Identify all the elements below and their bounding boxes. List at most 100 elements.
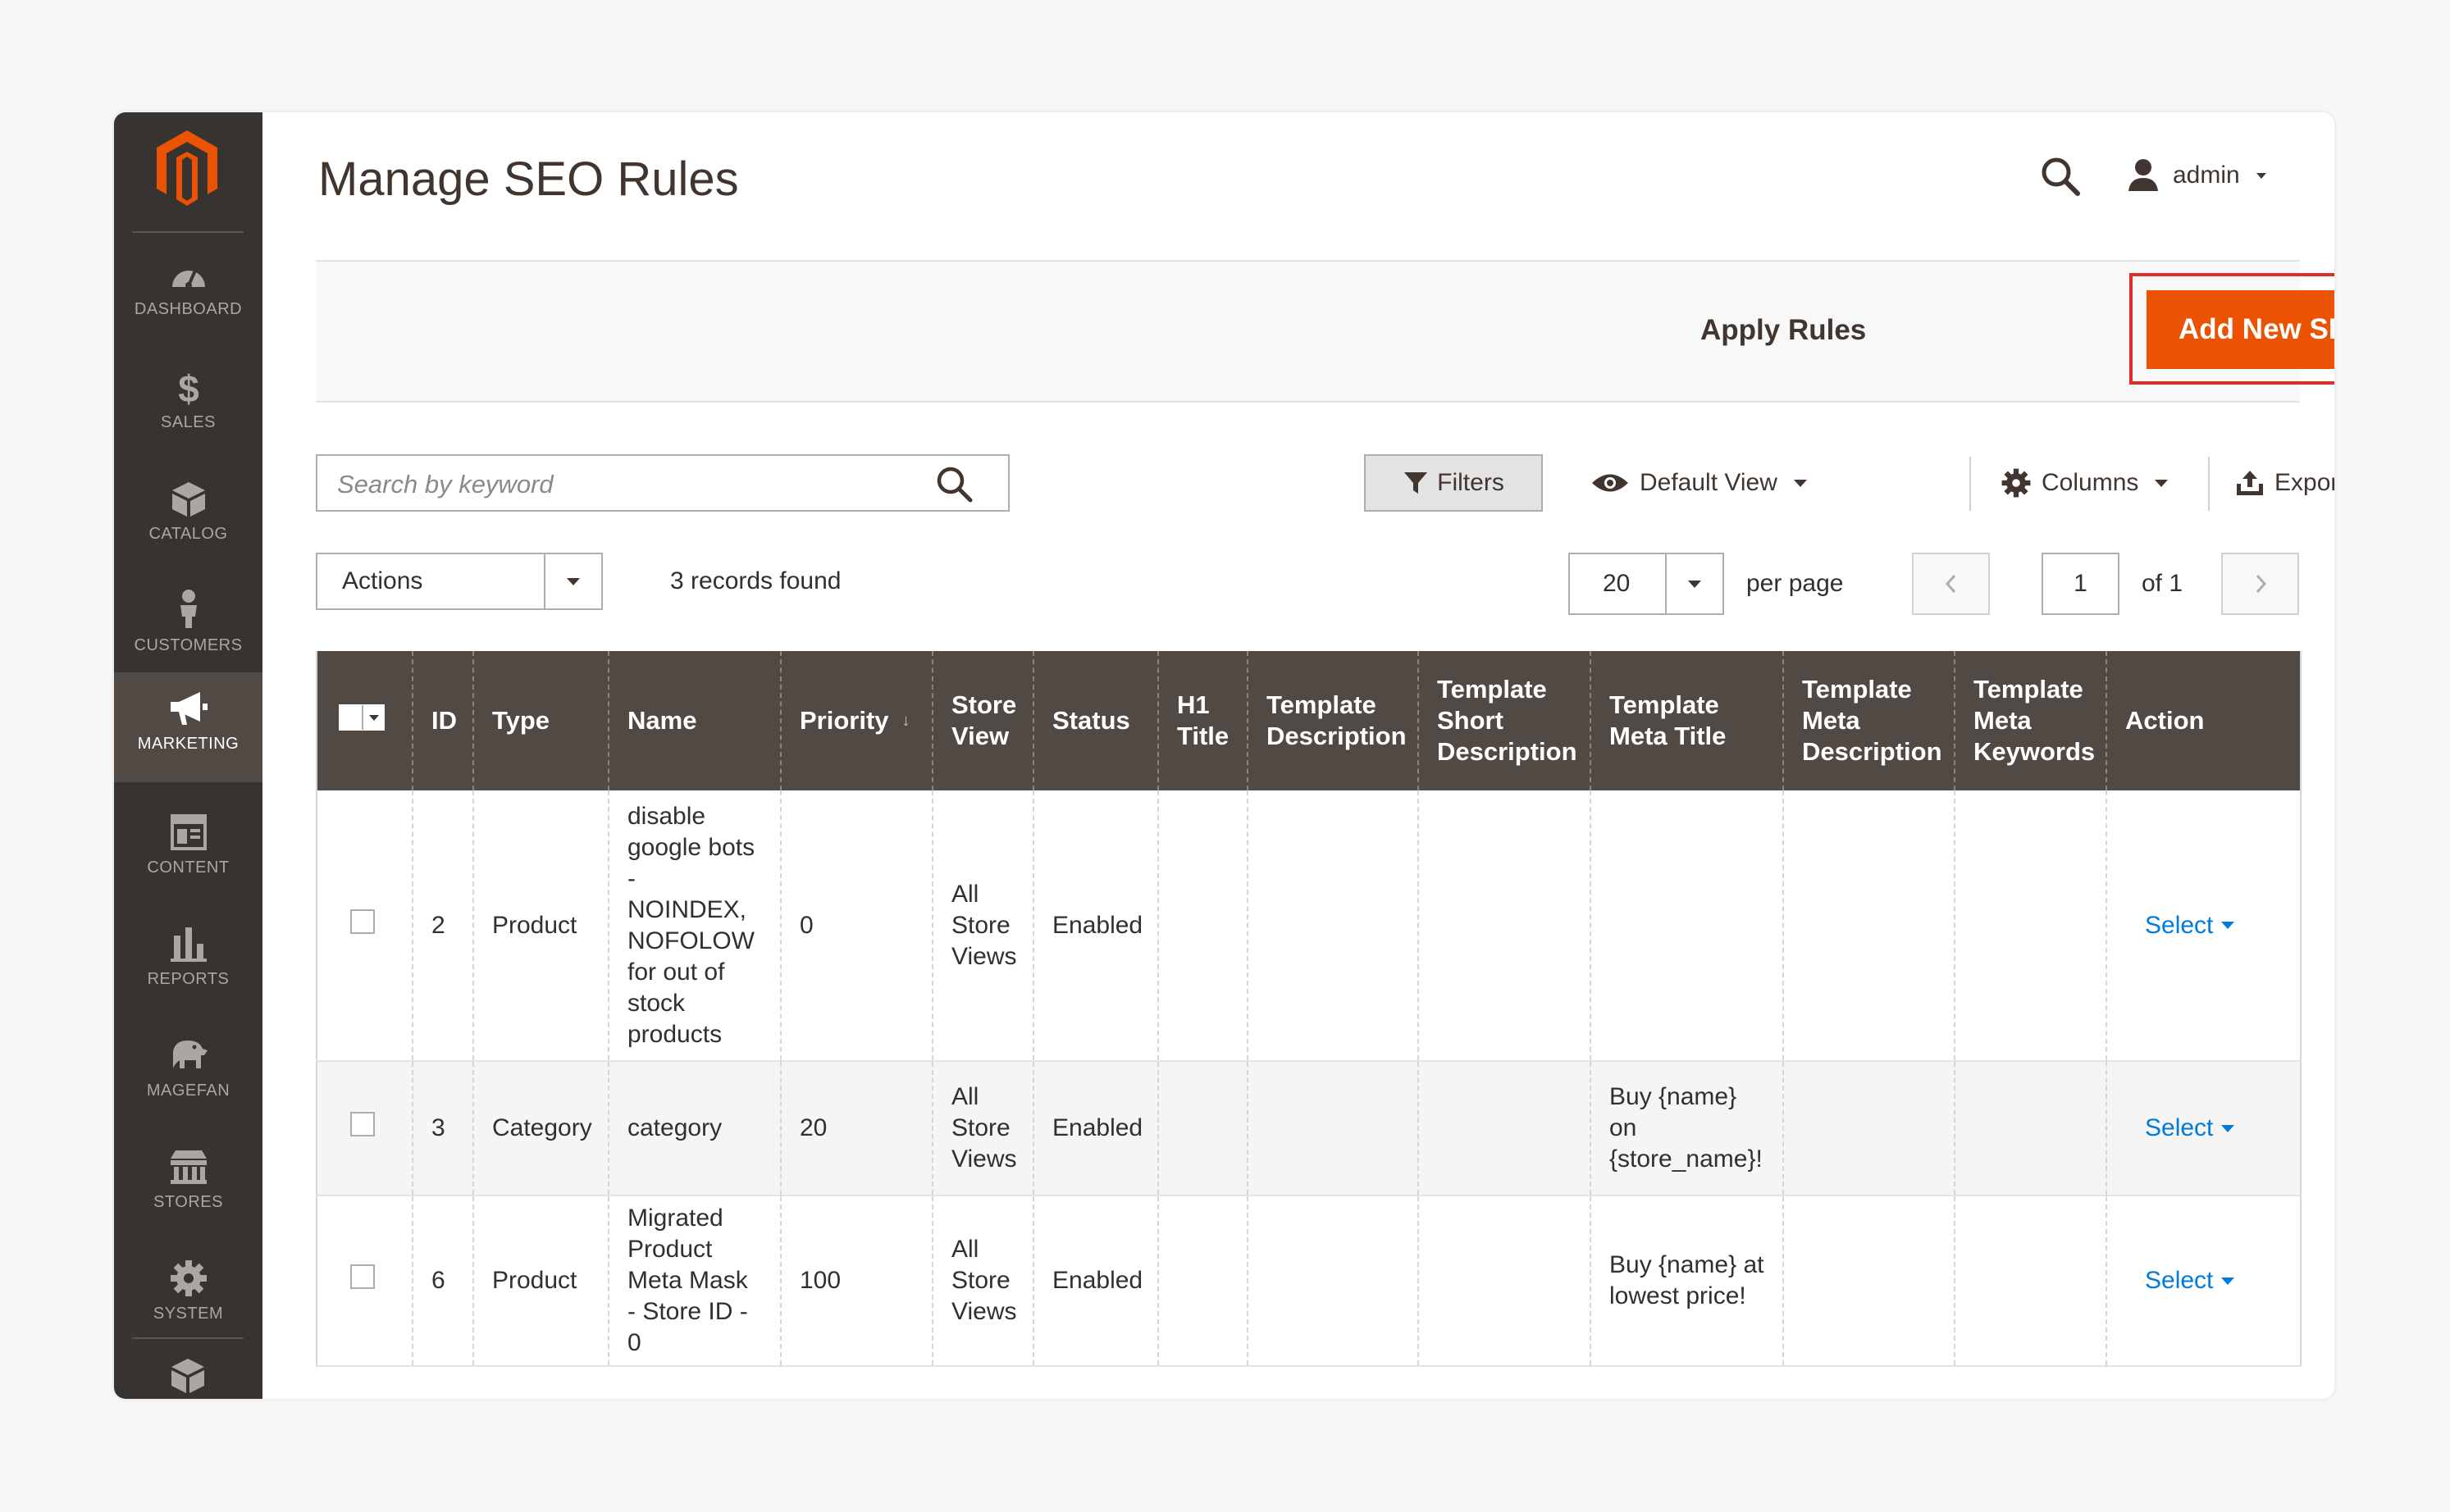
cell-priority: 20 — [780, 1061, 933, 1196]
cell-action: Select — [2106, 1061, 2301, 1196]
cell-id: 2 — [412, 790, 473, 1062]
view-label: Default View — [1640, 469, 1777, 496]
extensions-box-icon[interactable] — [168, 1355, 208, 1395]
sidebar-item-sales[interactable]: $ SALES — [114, 353, 262, 462]
page-title: Manage SEO Rules — [318, 153, 739, 206]
column-header-template-meta-title[interactable]: Template Meta Title — [1590, 651, 1783, 790]
export-dropdown[interactable]: Export — [2235, 454, 2334, 512]
column-header-template-description[interactable]: Template Description — [1247, 651, 1418, 790]
sidebar-item-label: MARKETING — [137, 735, 240, 753]
sidebar-item-label: SYSTEM — [153, 1305, 224, 1323]
chevron-down-icon — [1688, 580, 1701, 588]
row-checkbox[interactable] — [350, 1112, 375, 1136]
cell-status: Enabled — [1033, 1195, 1158, 1367]
page-actions-bar: Apply Rules Add New SEO Rule — [316, 260, 2334, 403]
columns-dropdown[interactable]: Columns — [2001, 454, 2169, 512]
export-upload-icon — [2237, 471, 2263, 495]
column-header-template-short-description[interactable]: Template Short Description — [1417, 651, 1590, 790]
filter-funnel-icon — [1404, 472, 1428, 494]
sidebar-item-magefan[interactable]: MAGEFAN — [114, 1021, 262, 1131]
row-select-cell — [317, 790, 413, 1062]
column-header-template-meta-keywords[interactable]: Template Meta Keywords — [1954, 651, 2106, 790]
page-number-input[interactable] — [2042, 553, 2119, 615]
cell-template-meta-keywords — [1954, 1061, 2106, 1196]
chevron-down-icon — [2221, 1277, 2235, 1285]
row-action-select[interactable]: Select — [2145, 1113, 2235, 1144]
chevron-left-icon — [1945, 574, 1955, 594]
person-icon — [180, 590, 197, 628]
mass-actions-dropdown[interactable]: Actions — [316, 553, 603, 610]
previous-page-button[interactable] — [1912, 553, 1990, 615]
table-header-row: ID Type Name Priority ↓ Store View Status… — [317, 651, 2301, 790]
mass-select-header — [317, 651, 413, 790]
bar-chart-icon — [170, 927, 207, 962]
row-select-cell — [317, 1061, 413, 1196]
cell-template-meta-keywords — [1954, 1195, 2106, 1367]
select-label: Select — [2145, 1114, 2214, 1141]
cell-name: disable google bots - NOINDEX, NOFOLOW f… — [608, 790, 781, 1062]
column-header-name[interactable]: Name — [608, 651, 781, 790]
cell-type: Product — [472, 790, 609, 1062]
admin-user-menu[interactable]: admin — [2127, 153, 2266, 198]
filters-button[interactable]: Filters — [1364, 454, 1543, 512]
column-header-store-view[interactable]: Store View — [932, 651, 1033, 790]
add-new-seo-rule-button[interactable]: Add New SEO Rule — [2147, 290, 2334, 369]
catalog-box-icon — [171, 482, 205, 517]
sidebar-item-content[interactable]: CONTENT — [114, 798, 262, 908]
columns-label: Columns — [2042, 469, 2139, 496]
chevron-down-icon — [363, 705, 385, 730]
sidebar-item-catalog[interactable]: CATALOG — [114, 464, 262, 574]
svg-text:$: $ — [178, 367, 199, 407]
keyword-search — [316, 454, 1010, 512]
eye-icon — [1592, 474, 1628, 492]
row-select-cell — [317, 1195, 413, 1367]
gear-icon — [2001, 468, 2031, 498]
chevron-down-icon — [2221, 922, 2235, 929]
sidebar-item-label: CATALOG — [148, 525, 228, 543]
global-search-icon[interactable] — [2038, 154, 2083, 198]
cell-name: Migrated Product Meta Mask - Store ID - … — [608, 1195, 781, 1367]
dollar-icon: $ — [178, 367, 199, 407]
sidebar-item-reports[interactable]: REPORTS — [114, 909, 262, 1019]
column-header-h1-title[interactable]: H1 Title — [1157, 651, 1248, 790]
user-icon — [2128, 159, 2158, 191]
row-checkbox[interactable] — [350, 1264, 375, 1289]
next-page-button[interactable] — [2221, 553, 2299, 615]
sidebar: DASHBOARD $ SALES CATALOG CUSTOMERS MARK… — [114, 112, 262, 1399]
sidebar-item-label: CUSTOMERS — [134, 636, 243, 654]
cell-store-view: All Store Views — [932, 790, 1033, 1062]
column-header-priority[interactable]: Priority ↓ — [780, 651, 933, 790]
seo-rules-grid: ID Type Name Priority ↓ Store View Status… — [316, 651, 2302, 1367]
table-row: 3 Category category 20 All Store Views E… — [317, 1061, 2301, 1196]
content-layout-icon — [170, 814, 207, 850]
view-dropdown[interactable]: Default View — [1590, 454, 1807, 512]
apply-rules-button[interactable]: Apply Rules — [1700, 304, 1866, 357]
cell-store-view: All Store Views — [932, 1061, 1033, 1196]
row-checkbox[interactable] — [350, 909, 375, 934]
sidebar-item-marketing[interactable]: MARKETING — [114, 672, 262, 782]
sidebar-item-dashboard[interactable]: DASHBOARD — [114, 241, 262, 351]
row-action-select[interactable]: Select — [2145, 1265, 2235, 1296]
actions-label: Actions — [342, 567, 423, 594]
sidebar-item-customers[interactable]: CUSTOMERS — [114, 576, 262, 685]
store-icon — [170, 1150, 207, 1184]
filters-label: Filters — [1437, 469, 1504, 496]
magento-logo-icon[interactable] — [152, 127, 222, 209]
column-header-status[interactable]: Status — [1033, 651, 1158, 790]
search-input[interactable] — [335, 466, 929, 503]
sidebar-item-label: REPORTS — [147, 970, 230, 988]
search-icon[interactable] — [934, 464, 974, 503]
mass-select-checkbox[interactable] — [339, 704, 385, 731]
cell-type: Product — [472, 1195, 609, 1367]
select-label: Select — [2145, 911, 2214, 939]
column-header-type[interactable]: Type — [472, 651, 609, 790]
column-header-id[interactable]: ID — [412, 651, 473, 790]
per-page-dropdown[interactable]: 20 — [1568, 553, 1724, 615]
row-action-select[interactable]: Select — [2145, 910, 2235, 941]
cell-status: Enabled — [1033, 1061, 1158, 1196]
dropdown-arrow — [544, 554, 601, 608]
column-header-template-meta-description[interactable]: Template Meta Description — [1782, 651, 1955, 790]
admin-username: admin — [2173, 162, 2240, 189]
sidebar-item-stores[interactable]: STORES — [114, 1132, 262, 1242]
cell-store-view: All Store Views — [932, 1195, 1033, 1367]
